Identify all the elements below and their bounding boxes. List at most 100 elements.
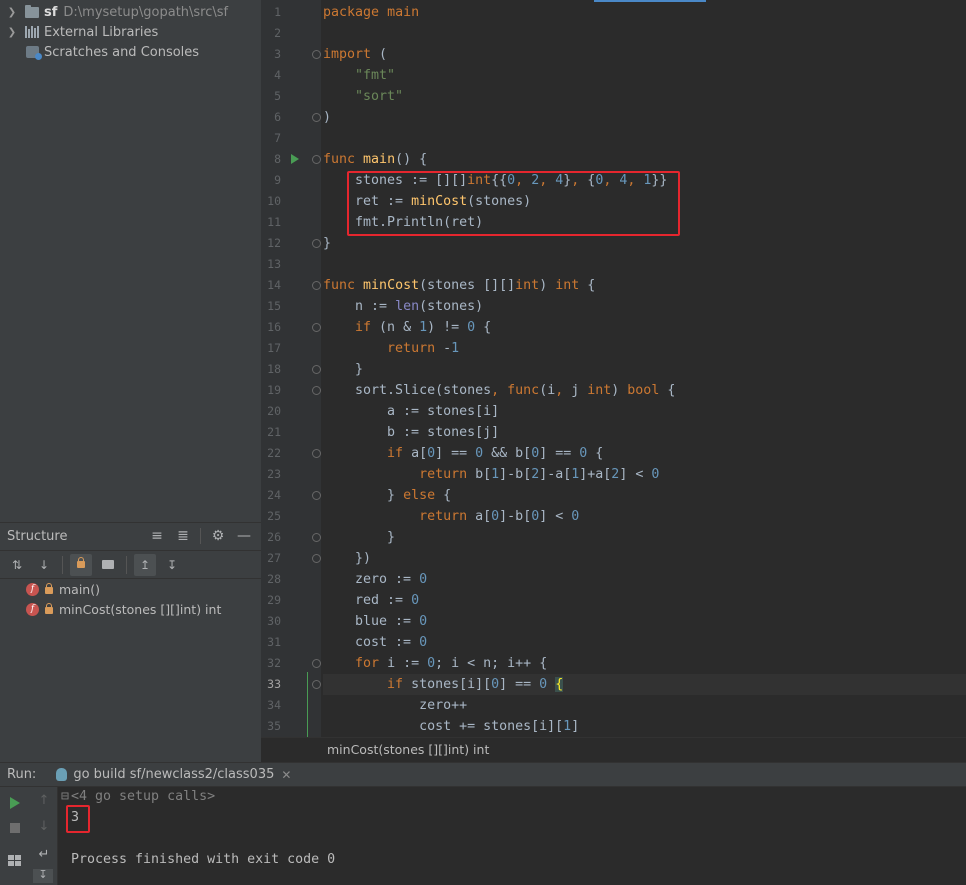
expand-all-icon[interactable]: ≡ bbox=[148, 528, 166, 544]
code-line[interactable]: blue := 0 bbox=[323, 611, 966, 632]
code-line[interactable]: cost := 0 bbox=[323, 632, 966, 653]
line-number: 34 bbox=[267, 698, 281, 712]
code-line[interactable]: } bbox=[323, 233, 966, 254]
down-arrow-icon[interactable]: ↓ bbox=[34, 819, 54, 834]
run-toolbar-secondary: ↑ ↓ ↵ ↧ bbox=[30, 787, 58, 885]
code-line[interactable]: } else { bbox=[323, 485, 966, 506]
tree-item-label: External Libraries bbox=[44, 24, 159, 40]
code-line[interactable]: n := len(stones) bbox=[323, 296, 966, 317]
code-line[interactable]: sort.Slice(stones, func(i, j int) bool { bbox=[323, 380, 966, 401]
fold-marker-icon[interactable] bbox=[312, 554, 321, 563]
code-line[interactable]: zero := 0 bbox=[323, 569, 966, 590]
tree-item-label: Scratches and Consoles bbox=[44, 44, 200, 60]
close-icon[interactable]: ✕ bbox=[281, 768, 291, 782]
autoscroll-to-source-icon[interactable]: ↥ bbox=[134, 553, 156, 576]
code-line[interactable]: if a[0] == 0 && b[0] == 0 { bbox=[323, 443, 966, 464]
chevron-right-icon[interactable]: ❯ bbox=[6, 7, 18, 18]
fold-marker-icon[interactable] bbox=[312, 449, 321, 458]
code-line[interactable]: if stones[i][0] == 0 { bbox=[323, 674, 966, 695]
fold-marker-icon[interactable] bbox=[312, 365, 321, 374]
line-number: 8 bbox=[274, 152, 281, 166]
show-fields-icon[interactable] bbox=[97, 554, 119, 576]
sort-alphabetically-icon[interactable]: ↓ bbox=[33, 554, 55, 576]
code-line[interactable]: package main bbox=[323, 2, 966, 23]
breadcrumb[interactable]: minCost(stones [][]int) int bbox=[261, 737, 966, 761]
code-line[interactable]: "sort" bbox=[323, 86, 966, 107]
code-line[interactable]: if (n & 1) != 0 { bbox=[323, 317, 966, 338]
fold-marker-icon[interactable] bbox=[312, 281, 321, 290]
autoscroll-from-source-icon[interactable]: ↧ bbox=[161, 554, 183, 576]
minimize-icon[interactable]: — bbox=[235, 528, 253, 544]
breadcrumb-item[interactable]: minCost(stones [][]int) int bbox=[327, 742, 489, 757]
fold-marker-icon[interactable] bbox=[312, 386, 321, 395]
fold-marker-icon[interactable] bbox=[312, 680, 321, 689]
scroll-to-end-icon[interactable]: ↧ bbox=[33, 869, 53, 883]
code-line[interactable]: } bbox=[323, 527, 966, 548]
show-non-public-icon[interactable] bbox=[70, 553, 92, 576]
line-number: 32 bbox=[267, 656, 281, 670]
rerun-icon[interactable] bbox=[10, 797, 20, 809]
fold-marker-icon[interactable] bbox=[312, 113, 321, 122]
code-line[interactable]: } bbox=[323, 359, 966, 380]
code-line[interactable] bbox=[323, 128, 966, 149]
stop-icon[interactable] bbox=[10, 823, 20, 833]
code-line[interactable]: ) bbox=[323, 107, 966, 128]
code-line[interactable]: func main() { bbox=[323, 149, 966, 170]
fold-marker-icon[interactable] bbox=[312, 323, 321, 332]
line-number: 7 bbox=[274, 131, 281, 145]
up-arrow-icon[interactable]: ↑ bbox=[34, 793, 54, 808]
fold-marker-icon[interactable] bbox=[312, 155, 321, 164]
layout-icon[interactable] bbox=[8, 855, 21, 866]
structure-item-label: minCost(stones [][]int) int bbox=[59, 601, 222, 617]
code-line[interactable]: b := stones[j] bbox=[323, 422, 966, 443]
code-line[interactable]: zero++ bbox=[323, 695, 966, 716]
code-line[interactable]: for i := 0; i < n; i++ { bbox=[323, 653, 966, 674]
code-editor[interactable]: 1 2 3 4 5 6 7 8 9 10 11 12 13 14 15 16 17 18 19 20 21 22 23 24 2… bbox=[261, 0, 966, 737]
code-line[interactable]: "fmt" bbox=[323, 65, 966, 86]
code-line[interactable]: }) bbox=[323, 548, 966, 569]
code-line[interactable]: return a[0]-b[0] < 0 bbox=[323, 506, 966, 527]
code-line[interactable] bbox=[323, 254, 966, 275]
line-number: 33 bbox=[267, 677, 281, 691]
soft-wrap-icon[interactable]: ↵ bbox=[34, 847, 54, 862]
fold-marker-icon[interactable] bbox=[312, 659, 321, 668]
code-line[interactable]: func minCost(stones [][]int) int { bbox=[323, 275, 966, 296]
line-number: 13 bbox=[267, 257, 281, 271]
line-number: 27 bbox=[267, 551, 281, 565]
fold-marker-icon[interactable] bbox=[312, 491, 321, 500]
code-line[interactable]: a := stones[i] bbox=[323, 401, 966, 422]
console-fold-icon[interactable]: ⊟ bbox=[61, 789, 69, 804]
collapse-all-icon[interactable]: ≣ bbox=[174, 528, 192, 544]
line-number: 19 bbox=[267, 383, 281, 397]
structure-toolbar: ⇅ ↓ ↥ ↧ bbox=[0, 550, 261, 579]
structure-panel: Structure ≡ ≣ ⚙ — ⇅ ↓ ↥ ↧ f main() f min… bbox=[0, 522, 261, 762]
fold-marker-icon[interactable] bbox=[312, 239, 321, 248]
chevron-right-icon[interactable]: ❯ bbox=[6, 27, 18, 38]
code-line[interactable]: return -1 bbox=[323, 338, 966, 359]
code-line[interactable]: import ( bbox=[323, 44, 966, 65]
run-gutter-icon[interactable] bbox=[291, 154, 299, 164]
run-tab[interactable]: go build sf/newclass2/class035 ✕ bbox=[50, 763, 297, 787]
code-line[interactable]: cost += stones[i][1] bbox=[323, 716, 966, 737]
fold-marker-icon[interactable] bbox=[312, 50, 321, 59]
gear-icon[interactable]: ⚙ bbox=[209, 528, 227, 544]
tree-item-external-libraries[interactable]: ❯ External Libraries bbox=[0, 22, 261, 42]
sort-by-visibility-icon[interactable]: ⇅ bbox=[6, 554, 28, 576]
code-line[interactable]: return b[1]-b[2]-a[1]+a[2] < 0 bbox=[323, 464, 966, 485]
line-number: 25 bbox=[267, 509, 281, 523]
line-number: 6 bbox=[274, 110, 281, 124]
line-number: 23 bbox=[267, 467, 281, 481]
line-number: 5 bbox=[274, 89, 281, 103]
structure-item-mincost[interactable]: f minCost(stones [][]int) int bbox=[26, 599, 221, 619]
structure-item-main[interactable]: f main() bbox=[26, 579, 100, 599]
console-output[interactable]: ⊟ <4 go setup calls> 3 Process finished … bbox=[58, 787, 966, 885]
console-line-setup: <4 go setup calls> bbox=[71, 789, 216, 804]
function-icon: f bbox=[26, 602, 39, 616]
tree-item-path: D:\mysetup\gopath\src\sf bbox=[63, 4, 229, 20]
code-line[interactable]: red := 0 bbox=[323, 590, 966, 611]
code-line[interactable] bbox=[323, 23, 966, 44]
fold-marker-icon[interactable] bbox=[312, 533, 321, 542]
tree-item-scratches[interactable]: Scratches and Consoles bbox=[0, 42, 261, 62]
tree-item-sf[interactable]: ❯ sf D:\mysetup\gopath\src\sf bbox=[0, 2, 261, 22]
line-number: 10 bbox=[267, 194, 281, 208]
